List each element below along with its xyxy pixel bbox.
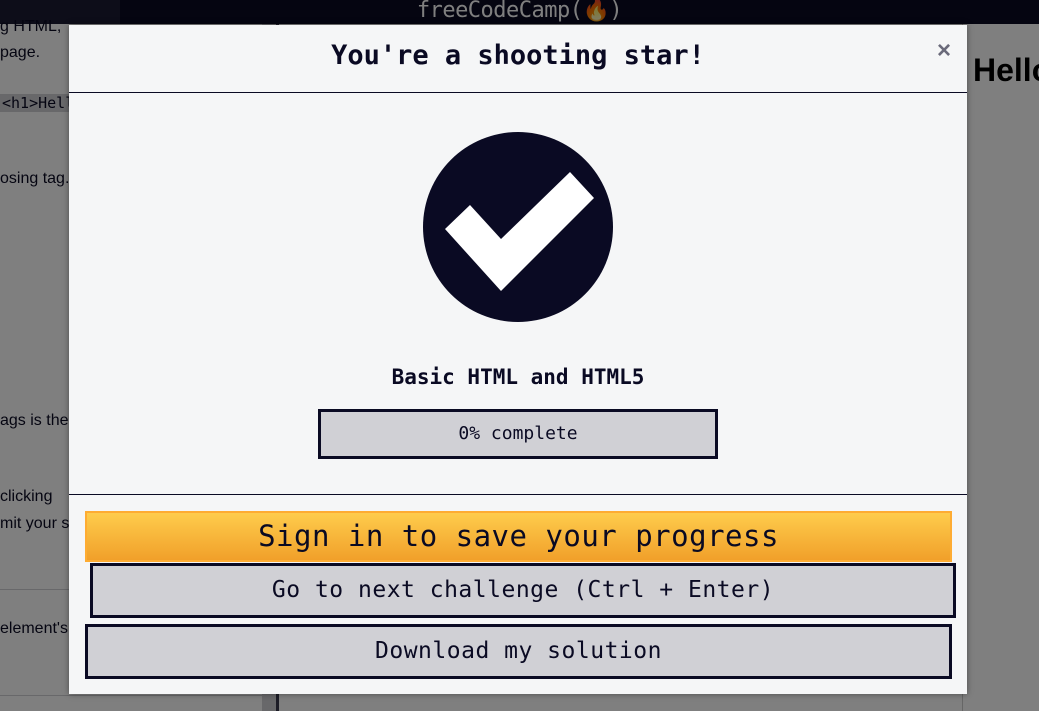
next-challenge-button[interactable]: Go to next challenge (Ctrl + Enter) [90, 563, 956, 618]
progress-label: 0% complete [458, 423, 578, 444]
completion-modal: You're a shooting star! × Basic HTML and… [69, 25, 967, 694]
modal-title: You're a shooting star! [331, 40, 705, 71]
modal-footer: Sign in to save your progress Go to next… [69, 494, 967, 695]
download-solution-button[interactable]: Download my solution [85, 624, 952, 679]
close-button[interactable]: × [933, 38, 955, 64]
checkmark-circle-icon [423, 132, 613, 322]
modal-header: You're a shooting star! × [69, 25, 967, 93]
sign-in-button[interactable]: Sign in to save your progress [85, 511, 952, 562]
modal-body: Basic HTML and HTML5 0% complete [69, 93, 967, 493]
block-name: Basic HTML and HTML5 [391, 365, 645, 389]
progress-bar: 0% complete [318, 409, 718, 459]
